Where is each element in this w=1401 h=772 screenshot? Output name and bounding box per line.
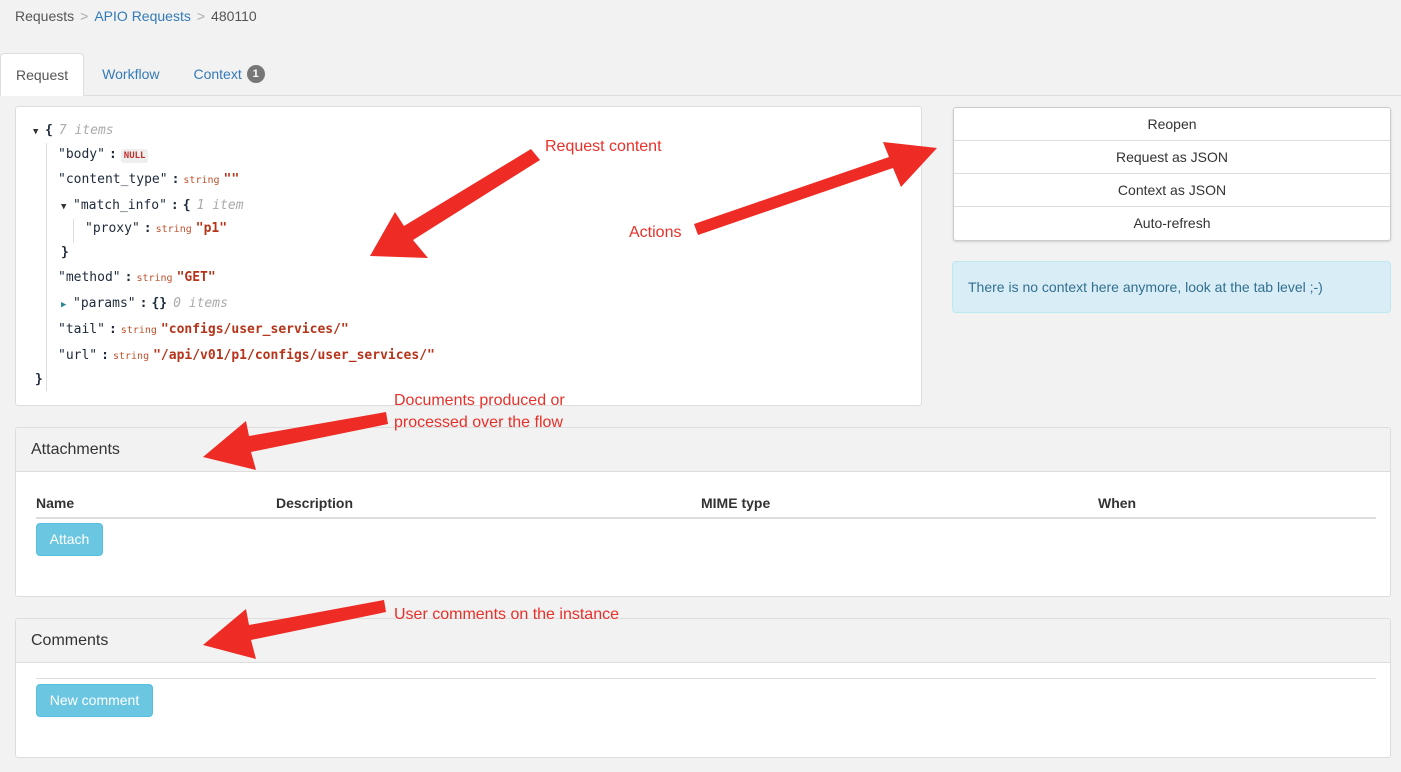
json-open-brace: { <box>45 123 53 138</box>
column-name: Name <box>36 495 75 511</box>
json-colon: : <box>139 296 148 311</box>
json-key: "tail" <box>58 322 105 337</box>
json-key: "match_info" <box>73 198 167 213</box>
json-close-brace: } <box>35 372 43 387</box>
json-row-params: ▶ "params":{} 0 items <box>61 294 228 314</box>
json-meta: 1 item <box>196 198 244 213</box>
attachments-table-header: Name Description MIME type When <box>36 492 1376 519</box>
annotation-actions: Actions <box>629 224 682 241</box>
json-row-body: "body": NULL <box>58 145 149 165</box>
json-colon: : <box>170 198 179 213</box>
annotation-request-content: Request content <box>545 138 662 155</box>
json-close-match-info: } <box>61 243 69 263</box>
json-colon: : <box>143 221 152 236</box>
column-mime-type: MIME type <box>701 495 771 511</box>
breadcrumb-requests[interactable]: Requests <box>15 8 74 24</box>
attachments-title: Attachments <box>16 428 1390 472</box>
json-value: "configs/user_services/" <box>160 322 349 337</box>
tab-bar: Request Workflow Context 1 <box>0 53 1401 96</box>
json-empty-object: {} <box>151 296 168 311</box>
json-value: "p1" <box>195 221 228 236</box>
json-row-method: "method": string "GET" <box>58 268 216 288</box>
actions-list: Reopen Request as JSON Context as JSON A… <box>953 107 1391 241</box>
caret-down-icon[interactable]: ▼ <box>33 122 45 142</box>
json-colon: : <box>108 322 117 337</box>
json-type: string <box>155 224 192 235</box>
json-null-value: NULL <box>120 149 149 163</box>
context-as-json-button[interactable]: Context as JSON <box>954 174 1390 207</box>
column-description: Description <box>276 495 354 511</box>
json-row-url: "url": string "/api/v01/p1/configs/user_se… <box>58 346 435 366</box>
context-count-badge: 1 <box>246 65 265 83</box>
annotation-documents: Documents produced or processed over the… <box>394 390 565 434</box>
json-colon: : <box>108 147 117 162</box>
json-open-brace: { <box>182 198 191 213</box>
json-value: "" <box>223 172 240 187</box>
json-key: "proxy" <box>85 221 140 236</box>
json-value: "/api/v01/p1/configs/user_services/" <box>153 348 435 363</box>
json-row-match-info: ▼ "match_info":{1 item <box>61 196 244 216</box>
json-key: "url" <box>58 348 98 363</box>
column-when: When <box>1098 495 1137 511</box>
annotation-documents-line1: Documents produced or <box>394 392 565 409</box>
annotation-documents-line2: processed over the flow <box>394 414 563 431</box>
json-key: "content_type" <box>58 172 168 187</box>
json-type: string <box>120 325 157 336</box>
comments-panel: Comments New comment <box>15 618 1391 758</box>
json-key: "method" <box>58 270 121 285</box>
json-type: string <box>136 273 173 284</box>
json-colon: : <box>101 348 109 363</box>
json-type: string <box>112 351 150 362</box>
breadcrumb-apio-requests[interactable]: APIO Requests <box>94 8 191 24</box>
json-root-meta: 7 items <box>58 123 114 138</box>
json-close-root: } <box>35 370 43 390</box>
json-row-tail: "tail": string "configs/user_services/" <box>58 320 349 340</box>
tree-guide-line <box>46 143 47 391</box>
tab-context-label: Context <box>193 66 242 82</box>
json-type: string <box>183 175 220 186</box>
caret-right-icon[interactable]: ▶ <box>61 295 73 315</box>
json-colon: : <box>124 270 133 285</box>
breadcrumb-separator: > <box>196 8 206 24</box>
tab-workflow-label: Workflow <box>102 66 160 82</box>
json-row-proxy: "proxy": string "p1" <box>85 219 227 239</box>
request-json-viewer: ▼{7 items "body": NULL "content_type": str… <box>15 106 922 406</box>
json-value: "GET" <box>176 270 216 285</box>
tab-request[interactable]: Request <box>0 53 85 96</box>
json-colon: : <box>171 172 180 187</box>
request-as-json-button[interactable]: Request as JSON <box>954 141 1390 174</box>
breadcrumb: Requests > APIO Requests > 480110 <box>15 8 257 24</box>
reopen-button[interactable]: Reopen <box>954 108 1390 141</box>
attachments-panel: Attachments Name Description MIME type W… <box>15 427 1391 597</box>
breadcrumb-separator: > <box>80 8 89 24</box>
tab-context[interactable]: Context 1 <box>177 53 280 95</box>
new-comment-button[interactable]: New comment <box>36 684 153 717</box>
attach-button[interactable]: Attach <box>36 523 103 556</box>
comments-title: Comments <box>16 619 1390 663</box>
breadcrumb-current: 480110 <box>211 8 257 24</box>
json-row-content-type: "content_type": string "" <box>58 170 239 190</box>
caret-down-icon[interactable]: ▼ <box>61 197 73 217</box>
tab-request-label: Request <box>16 66 69 83</box>
annotation-comments: User comments on the instance <box>394 606 619 623</box>
json-root-row: ▼{7 items <box>33 121 114 141</box>
info-alert: There is no context here anymore, look a… <box>952 261 1391 313</box>
tab-workflow[interactable]: Workflow <box>86 53 175 95</box>
json-close-brace: } <box>61 245 69 260</box>
divider <box>36 678 1376 679</box>
json-meta: 0 items <box>173 296 228 311</box>
json-key: "params" <box>73 296 136 311</box>
tree-guide-line <box>73 219 74 243</box>
json-key: "body" <box>58 147 105 162</box>
auto-refresh-button[interactable]: Auto-refresh <box>954 207 1390 240</box>
